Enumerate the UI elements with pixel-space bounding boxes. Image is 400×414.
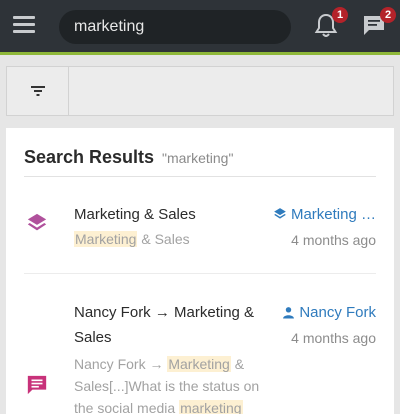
layers-icon [274,208,286,219]
result-time: 4 months ago [291,330,376,346]
snippet-text: & [230,356,245,372]
result-title-line1: Nancy Fork → Marketing & [74,304,255,321]
hamburger-menu-icon[interactable] [13,16,35,34]
snippet-text: the social media [74,400,180,414]
filter-icon [31,86,45,96]
notifications-badge: 1 [332,7,348,23]
snippet-text: Nancy Fork → [74,356,168,372]
results-title: Search Results [24,147,155,167]
result-item[interactable]: Marketing & Sales Marketing & Sales Mark… [24,198,376,274]
messages-badge: 2 [380,7,396,23]
snippet-highlight: Marketing [74,231,138,247]
result-author-link[interactable]: Nancy Fork [282,304,376,321]
search-input[interactable] [59,10,291,44]
header-accent-line [0,52,400,55]
result-time: 4 months ago [291,232,376,248]
result-space-link[interactable]: Marketing … [273,206,376,223]
person-icon [283,307,295,319]
result-snippet: Nancy Fork → Marketing & Sales[...]What i… [74,353,264,414]
result-link-label: Marketing … [290,206,376,223]
result-item[interactable]: Nancy Fork → Marketing & Sales Nancy Fork… [24,300,376,414]
result-title-line2: Sales [74,329,112,346]
filter-button[interactable] [7,67,69,115]
results-header: Search Results "marketing" [24,145,376,177]
layers-icon [27,213,47,231]
filter-bar [6,66,394,116]
message-icon [27,375,47,395]
snippet-text: Sales[...]What is the status on [74,378,260,394]
result-snippet: Marketing & Sales [74,228,190,250]
result-title[interactable]: Nancy Fork → Marketing & Sales [74,300,254,350]
results-query: "marketing" [162,150,234,166]
messages-button[interactable]: 2 [362,7,396,39]
snippet-highlight: Marketing [167,356,231,372]
top-bar: 1 2 [0,0,400,52]
search-results-card: Search Results "marketing" Marketing & S… [6,128,394,414]
result-link-label: Nancy Fork [299,304,376,321]
snippet-text: & Sales [137,231,190,247]
snippet-highlight: marketing [179,400,243,414]
notifications-button[interactable]: 1 [314,7,348,39]
result-title[interactable]: Marketing & Sales [74,202,196,227]
